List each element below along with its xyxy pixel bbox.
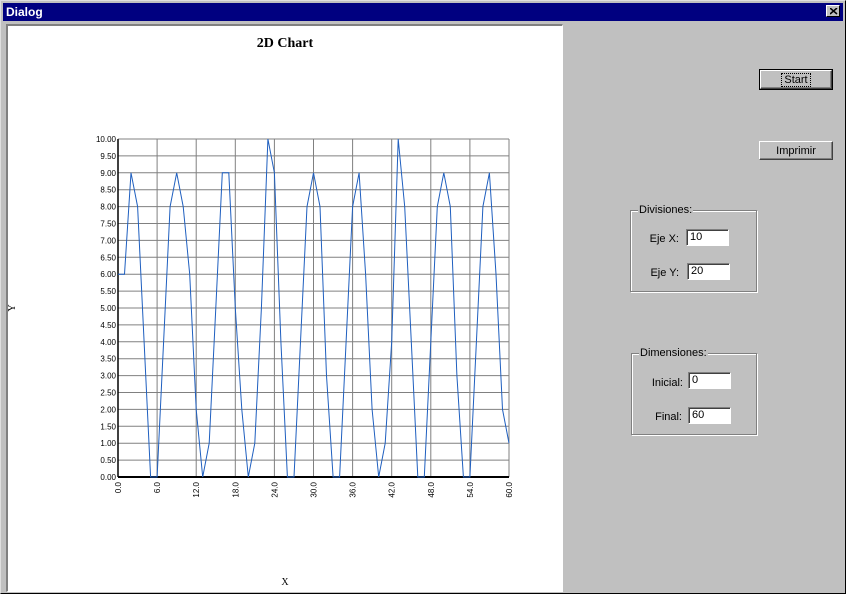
x-tick-label: 0.0 xyxy=(114,481,123,493)
start-button-label: Start xyxy=(781,73,811,87)
final-input[interactable]: 60 xyxy=(688,407,731,424)
y-tick-label: 0.00 xyxy=(100,473,116,482)
y-tick-label: 2.00 xyxy=(100,405,116,414)
y-tick-label: 3.00 xyxy=(100,372,116,381)
y-tick-label: 8.00 xyxy=(100,203,116,212)
y-tick-label: 5.00 xyxy=(100,304,116,313)
x-tick-label: 48.0 xyxy=(427,481,436,497)
x-tick-label: 30.0 xyxy=(310,481,319,497)
x-tick-label: 60.0 xyxy=(505,481,514,497)
chart-title: 2D Chart xyxy=(257,36,314,51)
print-button-label: Imprimir xyxy=(776,145,816,157)
y-tick-label: 9.00 xyxy=(100,169,116,178)
y-tick-label: 4.50 xyxy=(100,321,116,330)
divisiones-label: Divisiones: xyxy=(638,203,694,217)
x-tick-label: 12.0 xyxy=(192,481,201,497)
y-tick-label: 5.50 xyxy=(100,287,116,296)
start-button[interactable]: Start xyxy=(759,69,833,90)
inicial-label: Inicial: xyxy=(651,377,683,389)
close-icon xyxy=(830,8,838,15)
inicial-input[interactable]: 0 xyxy=(688,372,731,389)
y-tick-label: 1.00 xyxy=(100,439,116,448)
x-tick-label: 6.0 xyxy=(153,481,162,493)
y-tick-label: 7.00 xyxy=(100,236,116,245)
eje-y-label: Eje Y: xyxy=(650,267,679,279)
y-tick-label: 6.50 xyxy=(100,253,116,262)
line-chart: 2D Chart 0.00 0.50 1.00 1.50 2.00 2.50 3.00 3.50… xyxy=(8,36,514,588)
x-tick-label: 18.0 xyxy=(231,481,240,497)
y-tick-label: 8.50 xyxy=(100,186,116,195)
y-tick-label: 4.00 xyxy=(100,338,116,347)
y-tick-label: 7.50 xyxy=(100,220,116,229)
x-tick-label: 24.0 xyxy=(270,481,279,497)
y-tick-label: 9.50 xyxy=(100,152,116,161)
eje-x-label: Eje X: xyxy=(649,233,679,245)
window-title: Dialog xyxy=(6,5,43,19)
close-button[interactable] xyxy=(826,5,840,17)
y-tick-label: 0.50 xyxy=(100,456,116,465)
title-bar[interactable]: Dialog xyxy=(3,3,843,21)
y-tick-label: 2.50 xyxy=(100,389,116,398)
y-tick-label: 3.50 xyxy=(100,355,116,364)
y-tick-label: 1.50 xyxy=(100,422,116,431)
final-label: Final: xyxy=(655,411,682,423)
y-tick-label: 6.00 xyxy=(100,270,116,279)
y-axis-label: Y xyxy=(8,304,18,311)
x-axis-label: X xyxy=(281,577,289,588)
chart-panel: 2D Chart 0.00 0.50 1.00 1.50 2.00 2.50 3.00 3.50… xyxy=(6,24,563,592)
dimensiones-label: Dimensiones: xyxy=(639,346,708,360)
y-tick-label: 10.00 xyxy=(96,135,117,144)
x-tick-label: 42.0 xyxy=(388,481,397,497)
dialog-window: Dialog 2D Chart 0.00 0.50 1.00 1.50 2.00 2.50 3… xyxy=(0,0,846,594)
x-tick-label: 54.0 xyxy=(466,481,475,497)
print-button[interactable]: Imprimir xyxy=(759,141,833,160)
eje-y-input[interactable]: 20 xyxy=(687,263,730,280)
eje-x-input[interactable]: 10 xyxy=(686,229,729,246)
x-tick-label: 36.0 xyxy=(349,481,358,497)
